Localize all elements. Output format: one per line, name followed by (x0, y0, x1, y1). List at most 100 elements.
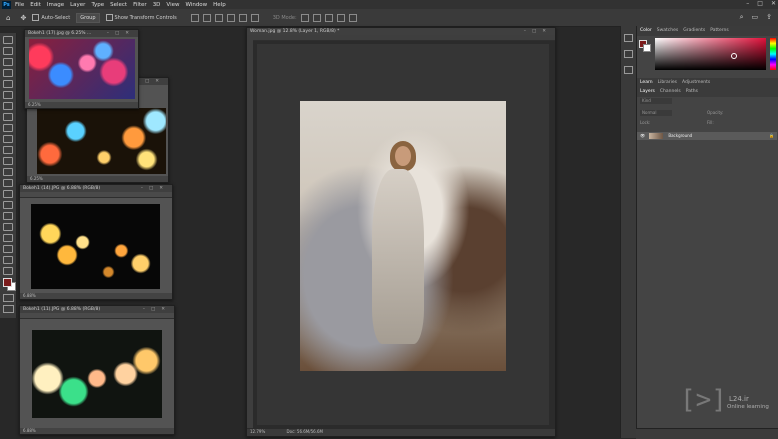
watermark-subtitle: Online learning (727, 404, 769, 410)
eraser-tool-icon[interactable] (3, 157, 13, 165)
3d-pan-icon[interactable] (324, 13, 333, 22)
edit-toolbar-icon[interactable] (3, 267, 13, 275)
lasso-tool-icon[interactable] (3, 58, 13, 66)
search-icon[interactable]: ⌕ (740, 13, 744, 22)
marquee-tool-icon[interactable] (3, 47, 13, 55)
zoom-level[interactable]: 12.79% (250, 429, 265, 434)
visibility-eye-icon[interactable]: 👁 (640, 133, 645, 138)
lock-icon[interactable]: 🔒 (769, 132, 774, 140)
adjustments-icon[interactable] (624, 66, 633, 74)
share-icon[interactable]: ⇪ (766, 13, 772, 22)
move-tool-icon[interactable]: ✥ (20, 14, 26, 22)
frame-tool-icon[interactable] (3, 91, 13, 99)
tab-adjustments[interactable]: Adjustments (682, 80, 710, 86)
tab-layers[interactable]: Layers (640, 89, 655, 95)
document-tab[interactable]: Bokeh1 (14).JPG @ 6.88% (RGB/8) –□✕ (20, 185, 172, 192)
menu-window[interactable]: Window (185, 2, 207, 8)
layers-panel-tabs: Layers Channels Paths (637, 87, 778, 97)
woman-photo[interactable] (300, 101, 506, 371)
pen-tool-icon[interactable] (3, 201, 13, 209)
tab-libraries[interactable]: Libraries (658, 80, 677, 86)
clone-stamp-tool-icon[interactable] (3, 135, 13, 143)
hue-slider[interactable] (770, 38, 776, 70)
tab-paths[interactable]: Paths (686, 89, 698, 95)
document-window-bokeh3[interactable]: Bokeh1 (14).JPG @ 6.88% (RGB/8) –□✕ 6.88% (19, 184, 173, 300)
tab-color[interactable]: Color (640, 28, 652, 34)
document-window-bokeh1[interactable]: Bokeh1 (17).jpg @ 6.25% ... –□✕ 6.25% (24, 29, 139, 109)
auto-select-label: Auto-Select (41, 14, 71, 21)
blur-tool-icon[interactable] (3, 179, 13, 187)
auto-select-checkbox[interactable] (32, 14, 40, 21)
group-dropdown[interactable]: Group (76, 12, 100, 23)
3d-scale-icon[interactable] (348, 13, 357, 22)
color-picker-field[interactable] (655, 38, 766, 70)
zoom-level[interactable]: 6.88% (20, 293, 172, 299)
tab-gradients[interactable]: Gradients (683, 28, 705, 34)
color-picker-cursor[interactable] (731, 53, 737, 59)
canvas[interactable] (257, 44, 549, 425)
screen-mode-icon[interactable] (3, 305, 14, 313)
align-bottom-icon[interactable] (250, 13, 259, 22)
menu-view[interactable]: View (166, 2, 179, 8)
3d-slide-icon[interactable] (336, 13, 345, 22)
rectangle-tool-icon[interactable] (3, 234, 13, 242)
menu-3d[interactable]: 3D (153, 2, 161, 8)
dodge-tool-icon[interactable] (3, 190, 13, 198)
history-brush-tool-icon[interactable] (3, 146, 13, 154)
properties-icon[interactable] (624, 50, 633, 58)
menu-type[interactable]: Type (91, 2, 104, 8)
home-icon[interactable]: ⌂ (6, 14, 10, 22)
3d-orbit-icon[interactable] (300, 13, 309, 22)
watermark-brand: L24.ir (729, 395, 749, 403)
minimize-window-icon[interactable]: – (746, 0, 749, 7)
document-tab[interactable]: Woman.jpg @ 12.8% (Layer 1, RGB/8) * –□✕ (247, 28, 555, 35)
menu-help[interactable]: Help (213, 2, 226, 8)
layer-kind-filter[interactable]: Kind (640, 98, 672, 104)
hand-tool-icon[interactable] (3, 245, 13, 253)
maximize-window-icon[interactable]: □ (757, 0, 763, 7)
document-window-bokeh4[interactable]: Bokeh1 (11).JPG @ 6.88% (RGB/8) –□✕ 6.88% (19, 305, 175, 435)
align-right-icon[interactable] (214, 13, 223, 22)
zoom-level[interactable]: 6.88% (20, 428, 174, 434)
align-center-icon[interactable] (202, 13, 211, 22)
menu-layer[interactable]: Layer (70, 2, 85, 8)
menu-file[interactable]: File (15, 2, 24, 8)
move-tool-icon[interactable] (3, 36, 13, 44)
3d-roll-icon[interactable] (312, 13, 321, 22)
quick-select-tool-icon[interactable] (3, 69, 13, 77)
zoom-level[interactable]: 6.25% (25, 102, 138, 108)
menu-select[interactable]: Select (110, 2, 127, 8)
document-tab[interactable]: Bokeh1 (17).jpg @ 6.25% ... –□✕ (25, 30, 138, 37)
tab-learn[interactable]: Learn (640, 80, 653, 86)
brush-tool-icon[interactable] (3, 124, 13, 132)
menu-filter[interactable]: Filter (133, 2, 147, 8)
layer-name[interactable]: Background (668, 133, 692, 138)
eyedropper-tool-icon[interactable] (3, 102, 13, 110)
zoom-level[interactable]: 6.25% (27, 176, 168, 182)
gradient-tool-icon[interactable] (3, 168, 13, 176)
blend-mode-dropdown[interactable]: Normal (640, 110, 672, 116)
zoom-tool-icon[interactable] (3, 256, 13, 264)
path-select-tool-icon[interactable] (3, 223, 13, 231)
align-top-icon[interactable] (226, 13, 235, 22)
tab-channels[interactable]: Channels (660, 89, 681, 95)
healing-brush-tool-icon[interactable] (3, 113, 13, 121)
crop-tool-icon[interactable] (3, 80, 13, 88)
workspace-icon[interactable]: ▭ (752, 13, 759, 22)
align-left-icon[interactable] (190, 13, 199, 22)
tab-swatches[interactable]: Swatches (657, 28, 679, 34)
type-tool-icon[interactable] (3, 212, 13, 220)
panel-background-swatch[interactable] (643, 44, 651, 52)
close-window-icon[interactable]: ✕ (771, 0, 776, 7)
transform-controls-checkbox[interactable] (105, 14, 113, 21)
doc-info[interactable]: Doc: 56.6M/56.6M (287, 429, 323, 434)
history-icon[interactable] (624, 34, 633, 42)
menu-image[interactable]: Image (47, 2, 64, 8)
menu-edit[interactable]: Edit (30, 2, 41, 8)
foreground-color-swatch[interactable] (3, 278, 12, 287)
document-window-main[interactable]: Woman.jpg @ 12.8% (Layer 1, RGB/8) * –□✕ … (246, 27, 556, 437)
tab-patterns[interactable]: Patterns (710, 28, 729, 34)
quick-mask-icon[interactable] (3, 294, 14, 302)
document-tab[interactable]: Bokeh1 (11).JPG @ 6.88% (RGB/8) –□✕ (20, 306, 174, 313)
align-middle-icon[interactable] (238, 13, 247, 22)
